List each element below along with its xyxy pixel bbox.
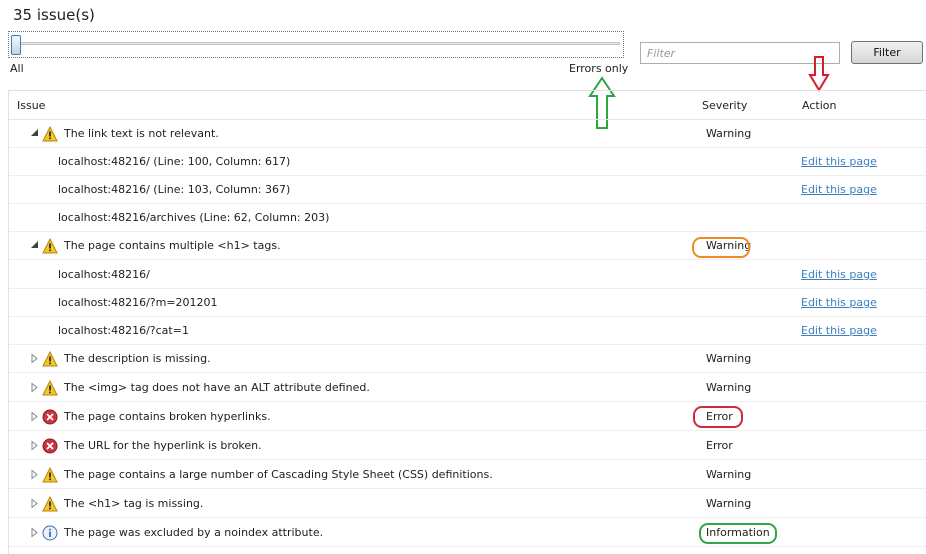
issue-text: The link text is not relevant. — [64, 127, 219, 140]
issue-text: The <img> tag does not have an ALT attri… — [64, 381, 370, 394]
table-row-child[interactable]: localhost:48216/?cat=1 Edit this page — [9, 317, 926, 345]
issue-text: The page contains broken hyperlinks. — [64, 410, 271, 423]
table-row-child[interactable]: localhost:48216/?m=201201 Edit this page — [9, 289, 926, 317]
slider-label-errors-only: Errors only — [569, 62, 629, 75]
table-row-group[interactable]: The link text is not relevant. Warning — [9, 120, 926, 148]
green-highlight-annotation — [699, 523, 777, 544]
issue-text: localhost:48216/ — [58, 268, 150, 281]
edit-this-page-link[interactable]: Edit this page — [801, 155, 877, 168]
triangle-right-icon[interactable] — [30, 382, 39, 393]
filter-button[interactable]: Filter — [851, 41, 923, 64]
issue-text: The page was excluded by a noindex attri… — [64, 526, 324, 539]
red-down-arrow-annotation — [808, 56, 830, 92]
table-row-child[interactable]: localhost:48216/ (Line: 103, Column: 367… — [9, 176, 926, 204]
severity-text: Warning — [706, 127, 752, 140]
table-row-group[interactable]: The page contains a large number of Casc… — [9, 461, 926, 489]
severity-slider-thumb[interactable] — [11, 35, 21, 55]
triangle-right-icon[interactable] — [30, 527, 39, 538]
red-highlight-annotation — [693, 406, 743, 428]
warning-icon — [42, 125, 58, 142]
triangle-right-icon[interactable] — [30, 498, 39, 509]
column-header-severity[interactable]: Severity — [702, 99, 747, 112]
error-icon — [42, 409, 58, 425]
warning-icon — [42, 466, 58, 483]
slider-label-all: All — [10, 62, 24, 75]
edit-this-page-link[interactable]: Edit this page — [801, 268, 877, 281]
severity-slider-track[interactable] — [12, 42, 620, 45]
table-row-group[interactable]: The page was excluded by a noindex attri… — [9, 519, 926, 547]
warning-icon — [42, 350, 58, 367]
issue-text: The URL for the hyperlink is broken. — [64, 439, 262, 452]
table-row-child[interactable]: localhost:48216/ (Line: 100, Column: 617… — [9, 148, 926, 176]
triangle-right-icon[interactable] — [30, 469, 39, 480]
table-row-group[interactable]: The page contains multiple <h1> tags. War… — [9, 232, 926, 260]
severity-text: Warning — [706, 352, 752, 365]
error-icon — [42, 438, 58, 454]
issue-text: The <h1> tag is missing. — [64, 497, 204, 510]
issue-text: The description is missing. — [64, 352, 211, 365]
table-row-group[interactable]: The description is missing. Warning — [9, 345, 926, 373]
table-row-child[interactable]: localhost:48216/archives (Line: 62, Colu… — [9, 204, 926, 232]
table-row-group[interactable]: The <img> tag does not have an ALT attri… — [9, 374, 926, 402]
edit-this-page-link[interactable]: Edit this page — [801, 183, 877, 196]
triangle-right-icon[interactable] — [30, 353, 39, 364]
edit-this-page-link[interactable]: Edit this page — [801, 296, 877, 309]
table-row-group[interactable]: The <h1> tag is missing. Warning — [9, 490, 926, 518]
column-header-issue[interactable]: Issue — [17, 99, 45, 112]
issue-text: localhost:48216/ (Line: 100, Column: 617… — [58, 155, 291, 168]
issue-text: localhost:48216/?cat=1 — [58, 324, 189, 337]
information-icon — [42, 525, 58, 541]
triangle-right-icon[interactable] — [30, 411, 39, 422]
issue-text: localhost:48216/ (Line: 103, Column: 367… — [58, 183, 291, 196]
issue-text: localhost:48216/archives (Line: 62, Colu… — [58, 211, 330, 224]
table-row-child[interactable]: localhost:48216/Edit this page — [9, 261, 926, 289]
warning-icon — [42, 237, 58, 254]
table-row-group[interactable]: The URL for the hyperlink is broken. Erro… — [9, 432, 926, 460]
severity-text: Error — [706, 439, 733, 452]
table-row-group[interactable]: The page contains broken hyperlinks. Erro… — [9, 403, 926, 431]
column-header-action[interactable]: Action — [802, 99, 836, 112]
issue-text: The page contains a large number of Casc… — [64, 468, 493, 481]
severity-text: Warning — [706, 381, 752, 394]
warning-icon — [42, 379, 58, 396]
triangle-down-icon[interactable] — [30, 240, 39, 251]
orange-highlight-annotation — [692, 237, 750, 258]
issue-text: The page contains multiple <h1> tags. — [64, 239, 281, 252]
issue-count: 35 issue(s) — [13, 6, 95, 24]
edit-this-page-link[interactable]: Edit this page — [801, 324, 877, 337]
severity-text: Warning — [706, 468, 752, 481]
triangle-down-icon[interactable] — [30, 128, 39, 139]
issue-text: localhost:48216/?m=201201 — [58, 296, 218, 309]
warning-icon — [42, 495, 58, 512]
severity-text: Warning — [706, 497, 752, 510]
triangle-right-icon[interactable] — [30, 440, 39, 451]
